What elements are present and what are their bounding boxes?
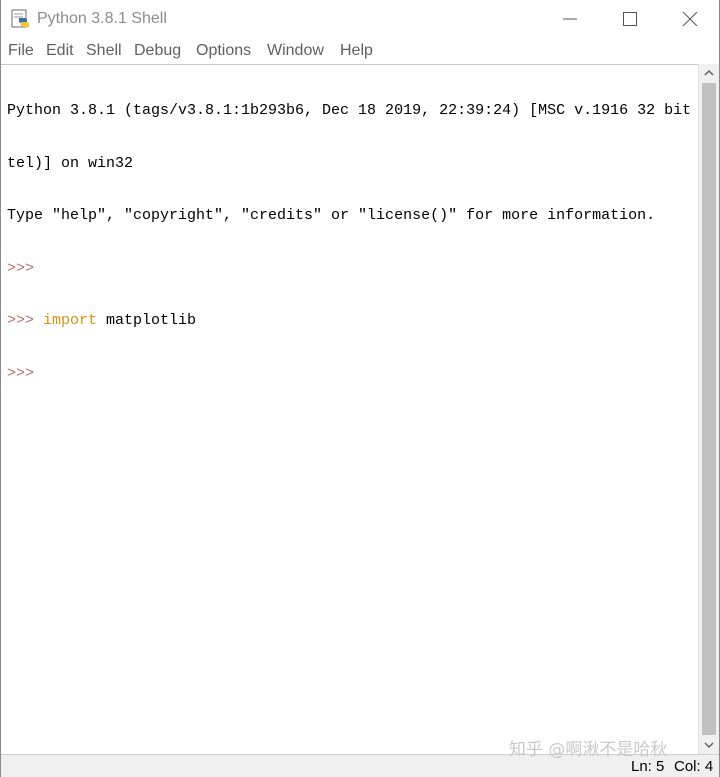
close-button[interactable] [660,0,720,38]
menu-help[interactable]: Help [340,41,373,61]
banner-line: tel)] on win32 [7,154,134,172]
maximize-icon [623,12,637,26]
maximize-button[interactable] [600,0,660,38]
arrow-down-icon [704,742,714,749]
prompt-line: >>> [7,260,698,278]
watermark: 知乎 @啊湫不是哈秋 [509,740,668,760]
arrow-up-icon [704,69,714,76]
vertical-scrollbar[interactable] [698,64,719,754]
window-title: Python 3.8.1 Shell [37,10,167,27]
scroll-down-button[interactable] [699,736,719,754]
column-number-status: Col: 4 [674,758,714,775]
shell-text-area[interactable]: Python 3.8.1 (tags/v3.8.1:1b293b6, Dec 1… [1,64,698,754]
command-keyword: import [43,312,98,329]
shell-output: Python 3.8.1 (tags/v3.8.1:1b293b6, Dec 1… [7,67,698,417]
minimize-icon [563,18,577,20]
menu-window[interactable]: Window [267,41,324,61]
scroll-thumb[interactable] [702,83,716,735]
minimize-button[interactable] [540,0,600,38]
shell-prompt: >>> [7,312,35,329]
menu-edit[interactable]: Edit [46,41,74,61]
title-bar[interactable]: Python 3.8.1 Shell [1,0,719,38]
menu-bar: File Edit Shell Debug Options Window Hel… [1,38,719,64]
scroll-up-button[interactable] [699,64,719,82]
command-line: >>> import matplotlib [7,312,698,330]
banner-line: Type "help", "copyright", "credits" or "… [7,207,656,224]
menu-options[interactable]: Options [196,41,251,61]
menu-file[interactable]: File [8,41,34,61]
banner-line: Python 3.8.1 (tags/v3.8.1:1b293b6, Dec 1… [7,102,698,119]
close-icon [682,12,698,26]
shell-prompt: >>> [7,259,35,277]
python-idle-icon [11,9,31,29]
menu-debug[interactable]: Debug [134,41,181,61]
shell-prompt: >>> [7,364,35,382]
prompt-line: >>> [7,365,698,383]
idle-shell-window: Python 3.8.1 Shell File Edit Shell Debug… [0,0,720,777]
menu-shell[interactable]: Shell [86,41,122,61]
command-argument: matplotlib [97,312,197,329]
